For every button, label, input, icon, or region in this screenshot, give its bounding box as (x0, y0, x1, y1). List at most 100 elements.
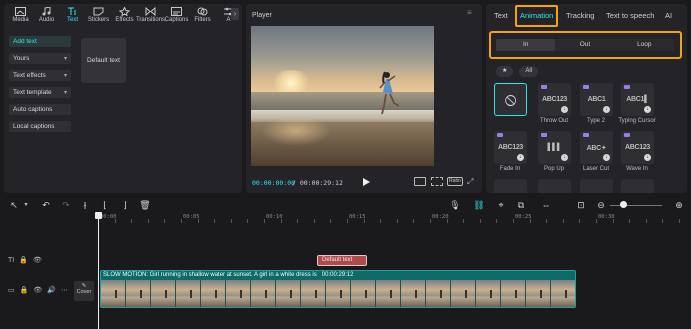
zoom-slider-knob[interactable] (620, 201, 627, 208)
crop-icon[interactable] (431, 177, 443, 186)
download-icon[interactable]: ↓ (561, 154, 568, 161)
left-panel: Media Audio Text Stickers Effects Transitions… (4, 4, 242, 193)
menu-icon[interactable]: ≡ (467, 9, 475, 17)
undo-icon[interactable]: ↶ (40, 199, 52, 211)
tab-text-to-speech[interactable]: Text to speech (606, 11, 654, 20)
animation-preset[interactable]: ⦸ (494, 83, 527, 116)
video-frame-thumbnail (501, 280, 526, 307)
animation-preset[interactable] (621, 179, 654, 193)
animation-preset[interactable] (494, 179, 527, 193)
download-icon[interactable]: ↓ (603, 106, 610, 113)
download-icon[interactable]: ↓ (644, 154, 651, 161)
split-icon[interactable]: ⫲ (79, 199, 91, 211)
tab-filters[interactable]: Filters (190, 4, 215, 26)
animation-preset[interactable] (580, 179, 613, 193)
side-item-add-text[interactable]: Add text (9, 36, 71, 47)
ruler-tick (629, 219, 631, 223)
side-item-auto-captions[interactable]: Auto captions (9, 104, 71, 115)
animation-preset[interactable]: ABC✦ ↓ (580, 131, 613, 164)
side-item-label: Text template (13, 89, 52, 96)
side-item-yours[interactable]: Yours ▾ (9, 53, 71, 64)
text-track-controls: TI 🔒 👁 (8, 256, 42, 265)
pro-crown-icon (624, 133, 630, 137)
cursor-dropdown-icon[interactable]: ▾ (20, 199, 32, 211)
fit-icon[interactable]: ⊡ (575, 199, 587, 211)
tabs-scroll-right-icon[interactable]: › (231, 8, 239, 20)
segment-in[interactable]: In (496, 39, 556, 51)
text-track-icon: TI (8, 256, 15, 264)
playhead-handle[interactable] (95, 212, 102, 219)
download-icon[interactable]: ↓ (561, 106, 568, 113)
redo-icon[interactable]: ↷ (60, 199, 72, 211)
lock-icon[interactable]: 🔒 (20, 286, 29, 294)
ruler-tick (247, 219, 249, 223)
tab-stickers[interactable]: Stickers (86, 4, 111, 26)
animation-preset[interactable]: ▌▌▌ ↓ (538, 131, 571, 164)
tab-ai[interactable]: AI (665, 11, 672, 20)
side-item-text-template[interactable]: Text template ▾ (9, 87, 71, 98)
magnet-icon[interactable]: ⌖ (495, 199, 507, 211)
tab-effects[interactable]: Effects (112, 4, 137, 26)
default-text-card[interactable]: Default text (81, 38, 126, 83)
tab-captions[interactable]: Captions (164, 4, 189, 26)
segment-out[interactable]: Out (555, 39, 614, 51)
tab-label: Filters (194, 17, 211, 23)
tab-text[interactable]: Text (60, 4, 85, 26)
playhead[interactable] (98, 212, 99, 329)
ruler-tick (596, 219, 597, 223)
lock-icon[interactable]: 🔒 (19, 256, 28, 264)
zoom-slider-track[interactable] (610, 205, 662, 206)
video-preview[interactable] (251, 26, 434, 166)
side-item-text-effects[interactable]: Text effects ▾ (9, 70, 71, 81)
animation-preset[interactable]: ABC1 ↓ (580, 83, 613, 116)
split-right-icon[interactable]: ⌋ (119, 199, 131, 211)
video-clip[interactable]: SLOW MOTION: Girl running in shallow wat… (100, 270, 576, 308)
pro-crown-icon (541, 133, 547, 137)
tab-tracking[interactable]: Tracking (566, 11, 594, 20)
more-icon[interactable]: ⋯ (61, 286, 68, 294)
animation-preset[interactable]: ABC123 ↓ (538, 83, 571, 116)
animation-preset[interactable]: ABC123 ↓ (621, 131, 654, 164)
download-icon[interactable]: ↓ (517, 154, 524, 161)
segment-loop[interactable]: Loop (615, 39, 674, 51)
expand-icon[interactable]: ⤢ (467, 177, 475, 186)
record-mic-icon[interactable]: 🎙 (449, 199, 461, 211)
timeline-ruler[interactable]: 00:00 00:05 00:10 00:15 00:20 00:25 00:30 (98, 213, 691, 223)
tab-media[interactable]: Media (8, 4, 33, 26)
download-icon[interactable]: ↓ (603, 154, 610, 161)
zoom-out-icon[interactable]: ⊖ (595, 199, 607, 211)
split-left-icon[interactable]: ⌊ (99, 199, 111, 211)
animation-preset[interactable] (538, 179, 571, 193)
preview-axis-icon[interactable]: ⇔ (540, 199, 552, 211)
stickers-icon (93, 7, 104, 16)
audio-icon[interactable]: 🔊 (47, 286, 56, 294)
ruler-tick (513, 219, 514, 223)
play-icon[interactable] (362, 178, 370, 186)
tab-transitions[interactable]: Transitions (136, 4, 165, 26)
right-panel: Text Animation Tracking Text to speech A… (486, 4, 687, 193)
video-frame-thumbnail (551, 280, 575, 307)
tab-audio[interactable]: Audio (34, 4, 59, 26)
select-cursor-icon[interactable]: ↖ (8, 199, 20, 211)
snap-icon[interactable]: ⧉ (515, 199, 527, 211)
pro-crown-icon (583, 133, 589, 137)
side-item-local-captions[interactable]: Local captions (9, 121, 71, 132)
link-icon[interactable]: ⛓ (473, 199, 485, 211)
delete-icon[interactable]: 🗑 (139, 199, 151, 211)
pro-crown-icon (624, 85, 630, 89)
favorites-chip[interactable]: ★ (496, 66, 514, 77)
download-icon[interactable]: ↓ (644, 106, 651, 113)
chevron-down-icon: ▾ (63, 90, 67, 96)
zoom-in-icon[interactable]: ⊕ (673, 199, 685, 211)
visibility-icon[interactable]: 👁 (33, 286, 42, 294)
fullscreen-preview-icon[interactable] (414, 177, 426, 186)
ratio-button[interactable]: Ratio (447, 177, 463, 186)
visibility-icon[interactable]: 👁 (33, 256, 42, 264)
text-clip[interactable]: Default text (317, 255, 367, 266)
text-icon (68, 7, 76, 15)
tab-text[interactable]: Text (494, 11, 508, 20)
cover-button[interactable]: ✎ Cover (74, 281, 94, 301)
animation-preset[interactable]: ABC1▌ ↓ (621, 83, 654, 116)
animation-preset[interactable]: ABC123 ↓ (494, 131, 527, 164)
all-chip[interactable]: All (519, 66, 539, 77)
